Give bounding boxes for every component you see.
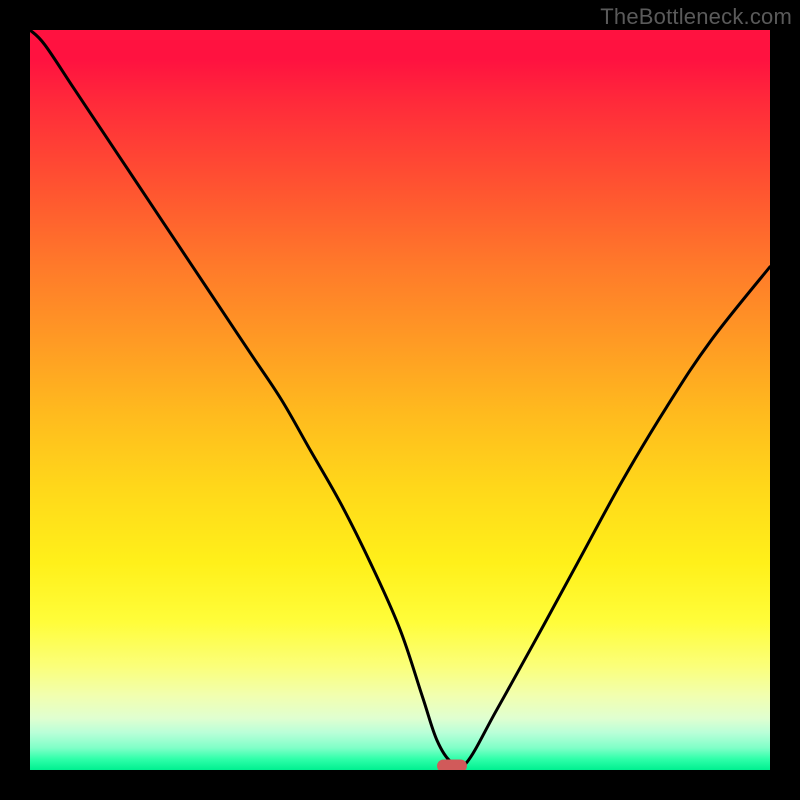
chart-frame: TheBottleneck.com <box>0 0 800 800</box>
bottleneck-curve <box>30 30 770 768</box>
watermark-text: TheBottleneck.com <box>600 4 792 30</box>
plot-area <box>30 30 770 770</box>
curve-layer <box>30 30 770 770</box>
optimal-point-marker <box>437 760 467 770</box>
